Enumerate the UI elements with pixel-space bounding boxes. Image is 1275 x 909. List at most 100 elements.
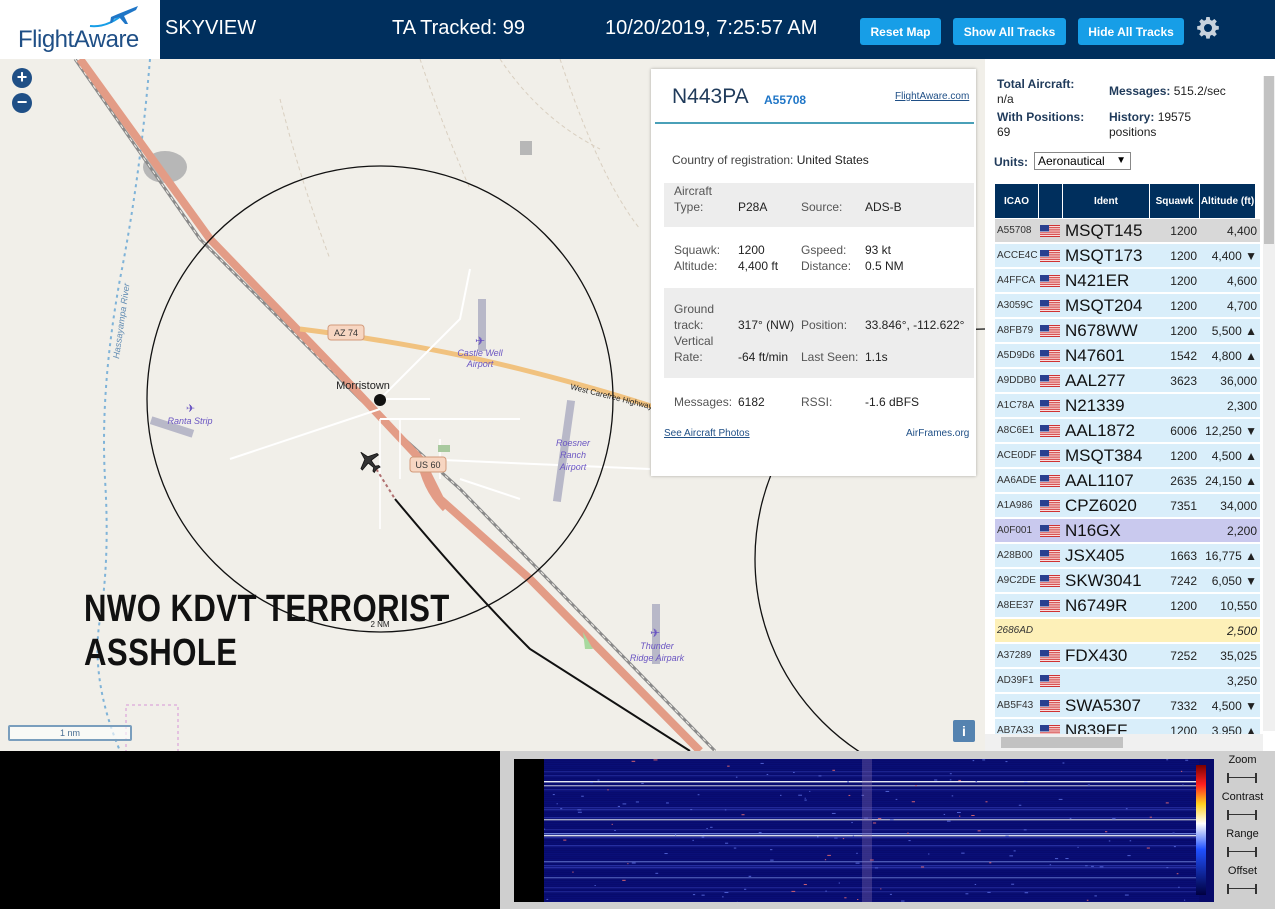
squawk-cell: 1200 bbox=[1170, 299, 1197, 313]
squawk: 1200 bbox=[738, 243, 765, 257]
messages-block: Messages: 6182 RSSI: -1.6 dBFS bbox=[674, 395, 920, 409]
table-row[interactable]: A9C2DE SKW3041 7242 6,050 ▼ bbox=[995, 569, 1260, 593]
icao-cell: A0F001 bbox=[997, 525, 1033, 536]
col-header-icao[interactable]: ICAO bbox=[995, 184, 1039, 218]
flightaware-logo[interactable]: FlightAware bbox=[0, 0, 160, 59]
table-row[interactable]: ACE0DF MSQT384 1200 4,500 ▲ bbox=[995, 444, 1260, 468]
scale-bar: 1 nm bbox=[8, 725, 132, 741]
altitude-cell: 6,050 ▼ bbox=[1211, 574, 1257, 588]
horizontal-scrollbar[interactable] bbox=[985, 734, 1263, 751]
town-label: Morristown bbox=[336, 380, 390, 392]
airframes-link[interactable]: AirFrames.org bbox=[906, 428, 969, 439]
ident-cell: N47601 bbox=[1065, 346, 1125, 365]
units-select[interactable]: Aeronautical ▼ bbox=[1034, 152, 1131, 170]
us-flag-icon bbox=[1040, 400, 1060, 412]
icao-cell: A8FB79 bbox=[997, 325, 1034, 336]
zoom-out-button[interactable]: − bbox=[12, 93, 32, 113]
col-header-altitude[interactable]: Altitude (ft) bbox=[1200, 184, 1256, 218]
table-row[interactable]: A37289 FDX430 7252 35,025 bbox=[995, 644, 1260, 668]
table-row[interactable]: A0F001 N16GX 2,200 bbox=[995, 519, 1260, 543]
col-header-squawk[interactable]: Squawk bbox=[1150, 184, 1200, 218]
scroll-thumb[interactable] bbox=[1264, 76, 1274, 244]
icao-cell: AD39F1 bbox=[997, 675, 1034, 686]
country-row: Country of registration: United States bbox=[672, 153, 869, 167]
altitude-cell: 4,600 bbox=[1226, 274, 1257, 288]
waterfall-spectrogram[interactable] bbox=[544, 759, 1214, 902]
table-row[interactable]: AD39F1 3,250 bbox=[995, 669, 1260, 693]
altitude-cell: 2,300 bbox=[1226, 399, 1257, 413]
table-row[interactable]: A55708 MSQT145 1200 4,400 bbox=[995, 219, 1260, 243]
scroll-thumb[interactable] bbox=[1001, 737, 1123, 748]
info-button[interactable]: i bbox=[953, 720, 975, 742]
source: ADS-B bbox=[865, 200, 902, 214]
contrast-slider[interactable] bbox=[1227, 810, 1257, 820]
offset-label: Offset bbox=[1227, 865, 1258, 877]
hide-all-tracks-button[interactable]: Hide All Tracks bbox=[1078, 18, 1184, 45]
popup-icao: A55708 bbox=[764, 93, 807, 107]
range-slider[interactable] bbox=[1227, 847, 1257, 857]
altitude-cell: 4,500 ▲ bbox=[1211, 449, 1257, 463]
altitude-cell: 24,150 ▲ bbox=[1205, 474, 1257, 488]
icao-cell: AB5F43 bbox=[997, 700, 1034, 711]
table-row[interactable]: A1C78A N21339 2,300 bbox=[995, 394, 1260, 418]
ident-cell: N421ER bbox=[1065, 271, 1130, 290]
table-row[interactable]: A8EE37 N6749R 1200 10,550 bbox=[995, 594, 1260, 618]
overlay-line: NWO KDVT TERRORIST bbox=[84, 588, 450, 630]
ident-cell: N21339 bbox=[1065, 396, 1125, 415]
history-stat: History: 19575 positions bbox=[1109, 110, 1192, 139]
table-row[interactable]: A8FB79 N678WW 1200 5,500 ▲ bbox=[995, 319, 1260, 343]
table-row[interactable]: A4FFCA N421ER 1200 4,600 bbox=[995, 269, 1260, 293]
airport-label: Ranta Strip bbox=[167, 416, 212, 426]
icao-cell: A55708 bbox=[997, 225, 1032, 236]
icao-cell: A3059C bbox=[997, 300, 1034, 311]
ident-cell: SKW3041 bbox=[1065, 571, 1142, 590]
offset-slider[interactable] bbox=[1227, 884, 1257, 894]
table-row[interactable]: AA6ADE AAL1107 2635 24,150 ▲ bbox=[995, 469, 1260, 493]
altitude-cell: 4,800 ▲ bbox=[1211, 349, 1257, 363]
icao-cell: A37289 bbox=[997, 650, 1032, 661]
ident-cell: AAL1107 bbox=[1065, 471, 1134, 490]
table-row[interactable]: A28B00 JSX405 1663 16,775 ▲ bbox=[995, 544, 1260, 568]
clock: 10/20/2019, 7:25:57 AM bbox=[605, 17, 818, 39]
reset-map-button[interactable]: Reset Map bbox=[860, 18, 941, 45]
rssi: -1.6 dBFS bbox=[865, 395, 920, 409]
icao-cell: AA6ADE bbox=[997, 475, 1037, 486]
altitude: 4,400 ft bbox=[738, 259, 779, 273]
last-seen: 1.1s bbox=[865, 350, 888, 364]
aircraft-photos-link[interactable]: See Aircraft Photos bbox=[664, 428, 750, 439]
altitude-cell: 35,025 bbox=[1220, 649, 1257, 663]
table-row[interactable]: 2686AD 2,500 bbox=[995, 619, 1260, 643]
us-flag-icon bbox=[1040, 425, 1060, 437]
altitude-cell: 12,250 ▼ bbox=[1205, 424, 1257, 438]
zoom-in-button[interactable]: + bbox=[12, 68, 32, 88]
squawk-cell: 7351 bbox=[1170, 499, 1197, 513]
squawk-cell: 3623 bbox=[1170, 374, 1197, 388]
icao-cell: A1A986 bbox=[997, 500, 1033, 511]
table-row[interactable]: A5D9D6 N47601 1542 4,800 ▲ bbox=[995, 344, 1260, 368]
ident-cell: MSQT384 bbox=[1065, 446, 1143, 465]
position: 33.846°, -112.622° bbox=[865, 318, 965, 332]
message-count: 6182 bbox=[738, 395, 765, 409]
col-header-ident[interactable]: Ident bbox=[1063, 184, 1150, 218]
us-flag-icon bbox=[1040, 300, 1060, 312]
table-row[interactable]: ACCE4C MSQT173 1200 4,400 ▼ bbox=[995, 244, 1260, 268]
airport-label: Airport bbox=[559, 462, 587, 472]
aircraft-list-panel: Total Aircraft: n/a Messages: 515.2/sec … bbox=[985, 59, 1275, 751]
squawk-cell: 7252 bbox=[1170, 649, 1197, 663]
table-row[interactable]: A3059C MSQT204 1200 4,700 bbox=[995, 294, 1260, 318]
track-block: Ground track: 317° (NW) Position: 33.846… bbox=[664, 288, 974, 378]
table-row[interactable]: AB5F43 SWA5307 7332 4,500 ▼ bbox=[995, 694, 1260, 718]
table-row[interactable]: A1A986 CPZ6020 7351 34,000 bbox=[995, 494, 1260, 518]
icao-cell: ACCE4C bbox=[997, 250, 1038, 261]
airport-label: Airport bbox=[466, 359, 494, 369]
flightaware-link[interactable]: FlightAware.com bbox=[895, 91, 969, 102]
vertical-scrollbar[interactable] bbox=[1263, 76, 1275, 731]
show-all-tracks-button[interactable]: Show All Tracks bbox=[953, 18, 1066, 45]
gear-icon[interactable] bbox=[1196, 16, 1220, 40]
table-row[interactable]: A8C6E1 AAL1872 6006 12,250 ▼ bbox=[995, 419, 1260, 443]
table-row[interactable]: A9DDB0 AAL277 3623 36,000 bbox=[995, 369, 1260, 393]
zoom-slider[interactable] bbox=[1227, 773, 1257, 783]
squawk-cell: 1200 bbox=[1170, 249, 1197, 263]
popup-callsign: N443PA bbox=[672, 85, 749, 108]
col-header-flag[interactable] bbox=[1039, 184, 1063, 218]
